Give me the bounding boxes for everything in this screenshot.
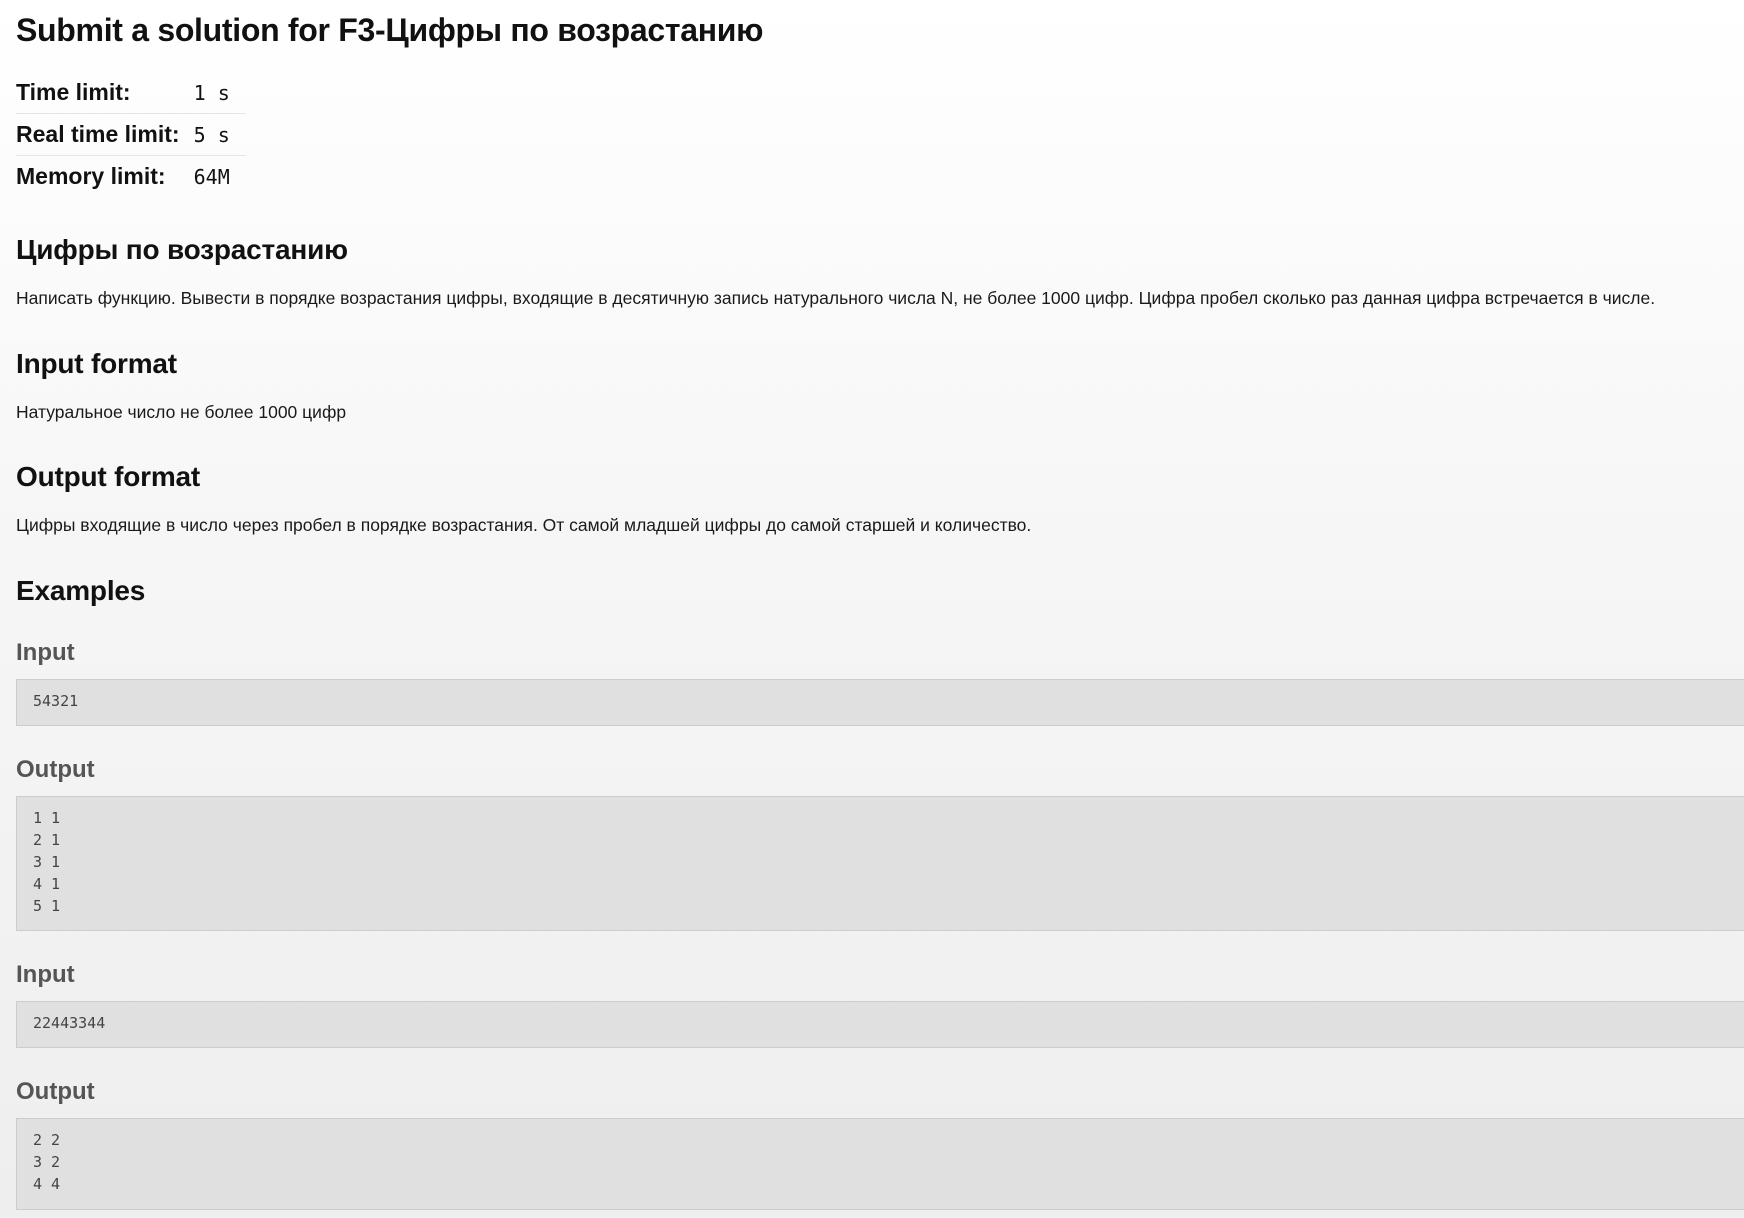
output-format-text: Цифры входящие в число через пробел в по… bbox=[16, 515, 1032, 535]
time-limit-label: Time limit: bbox=[16, 72, 194, 114]
page-title: Submit a solution for F3-Цифры по возрас… bbox=[16, 12, 764, 48]
example-2-output-label: Output bbox=[16, 1078, 95, 1105]
example-1-input-label: Input bbox=[16, 639, 75, 666]
memory-limit-row: Memory limit: 64M bbox=[16, 156, 246, 198]
time-limit-row: Time limit: 1 s bbox=[16, 72, 246, 114]
example-2-input[interactable]: 22443344 bbox=[16, 1001, 1744, 1048]
example-1-output[interactable]: 1 1 2 1 3 1 4 1 5 1 bbox=[16, 796, 1744, 931]
time-limit-value: 1 s bbox=[193, 72, 246, 114]
limits-table: Time limit: 1 s Real time limit: 5 s Mem… bbox=[16, 72, 246, 197]
input-format-text: Натуральное число не более 1000 цифр bbox=[16, 402, 347, 422]
problem-title: Цифры по возрастанию bbox=[16, 234, 348, 265]
examples-title: Examples bbox=[16, 575, 146, 606]
real-time-limit-label: Real time limit: bbox=[16, 113, 194, 156]
memory-limit-label: Memory limit: bbox=[16, 163, 166, 189]
input-format-title: Input format bbox=[16, 348, 177, 379]
example-1-output-label: Output bbox=[16, 756, 95, 783]
real-time-limit-row: Real time limit: 5 s bbox=[16, 113, 246, 156]
problem-statement: Написать функцию. Вывести в порядке возр… bbox=[16, 288, 1656, 308]
memory-limit-value: 64M bbox=[193, 164, 230, 189]
example-2-input-label: Input bbox=[16, 961, 75, 988]
real-time-limit-value: 5 s bbox=[193, 113, 246, 156]
output-format-title: Output format bbox=[16, 461, 201, 492]
example-1-input[interactable]: 54321 bbox=[16, 679, 1744, 726]
example-2-output[interactable]: 2 2 3 2 4 4 bbox=[16, 1118, 1744, 1210]
